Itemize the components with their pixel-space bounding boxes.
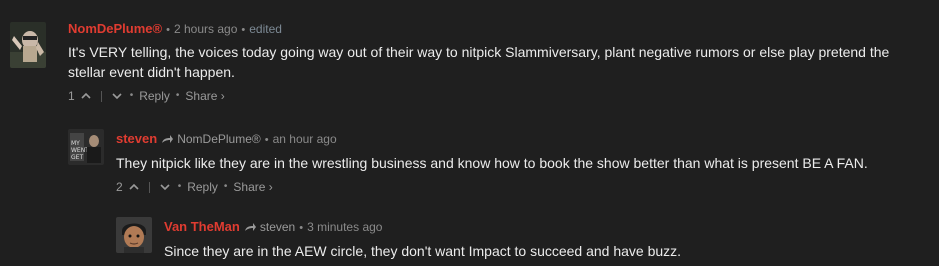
- reply-to-user[interactable]: NomDePlume®: [177, 132, 261, 146]
- comment-actions: 1 • Reply • Share ›: [68, 88, 225, 104]
- timestamp[interactable]: an hour ago: [273, 132, 337, 146]
- avatar[interactable]: MY WENT GET: [68, 129, 104, 165]
- comment-meta: Van TheMan steven • 3 minutes ago: [164, 219, 934, 237]
- reply-to-user[interactable]: steven: [260, 220, 295, 234]
- svg-text:GET: GET: [71, 154, 83, 161]
- reply-arrow-icon: [161, 133, 174, 149]
- timestamp[interactable]: 3 minutes ago: [307, 220, 382, 234]
- reply-button[interactable]: Reply: [139, 88, 170, 104]
- comment-meta: NomDePlume® • 2 hours ago • edited: [68, 21, 282, 36]
- comment-meta: steven NomDePlume® • an hour ago: [116, 131, 936, 149]
- upvote-count: 1: [68, 89, 75, 103]
- upvote-count: 2: [116, 180, 123, 194]
- share-button[interactable]: Share ›: [185, 88, 224, 104]
- comment-text: They nitpick like they are in the wrestl…: [116, 155, 868, 171]
- reply-arrow-icon: [244, 221, 257, 237]
- author-name[interactable]: NomDePlume®: [68, 21, 162, 36]
- comment-text: It's VERY telling, the voices today goin…: [68, 44, 890, 80]
- avatar[interactable]: [10, 22, 46, 68]
- timestamp[interactable]: 2 hours ago: [174, 22, 237, 36]
- share-button[interactable]: Share ›: [233, 179, 272, 195]
- author-name[interactable]: Van TheMan: [164, 219, 240, 234]
- svg-text:WENT: WENT: [71, 147, 89, 154]
- downvote-icon[interactable]: [158, 180, 172, 194]
- upvote-icon[interactable]: [127, 180, 141, 194]
- comment-actions: 2 • Reply • Share ›: [116, 179, 273, 195]
- downvote-icon[interactable]: [110, 89, 124, 103]
- svg-text:MY: MY: [71, 140, 80, 147]
- author-name[interactable]: steven: [116, 131, 157, 146]
- vote-divider: [148, 181, 150, 193]
- edited-label: edited: [249, 22, 282, 36]
- comment-thread: NomDePlume® • 2 hours ago • edited It's VERY…: [0, 0, 939, 266]
- upvote-icon[interactable]: [79, 89, 93, 103]
- vote-divider: [100, 90, 102, 102]
- comment: MY WENT GET steven NomDePlume® • an hour ag…: [0, 120, 939, 200]
- comment-text: Since they are in the AEW circle, they d…: [164, 243, 682, 259]
- comment: Van TheMan steven • 3 minutes ago Since the…: [0, 208, 939, 266]
- reply-button[interactable]: Reply: [187, 179, 218, 195]
- avatar[interactable]: [116, 217, 152, 253]
- comment: NomDePlume® • 2 hours ago • edited It's VERY…: [0, 0, 939, 110]
